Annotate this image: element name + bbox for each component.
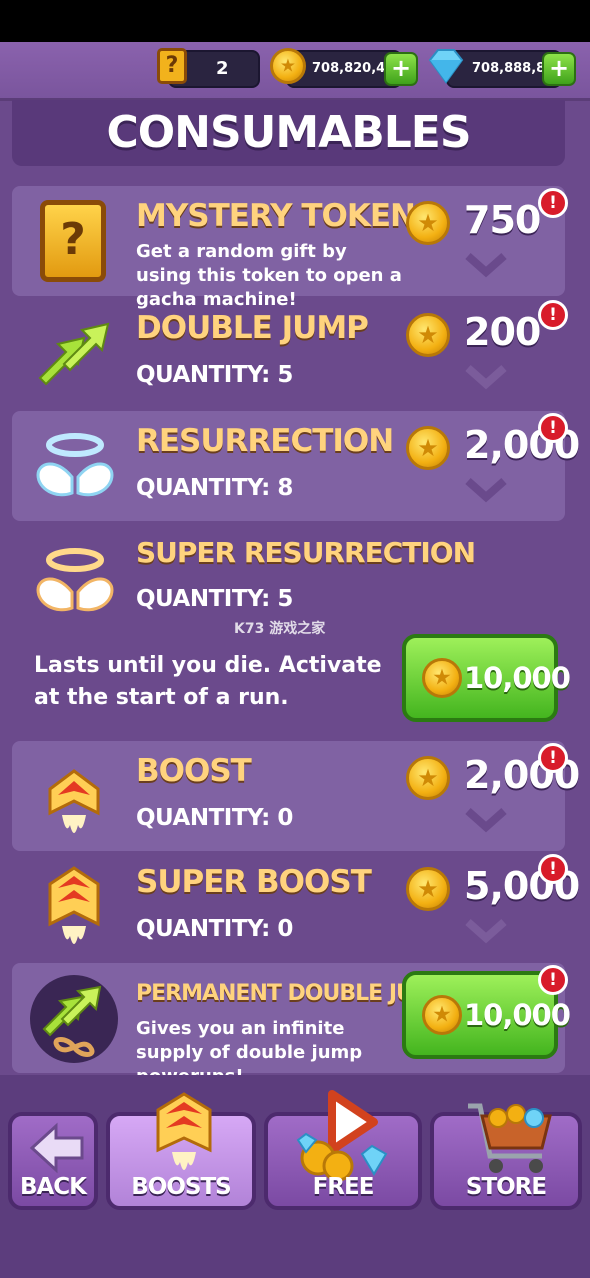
- item-quantity: QUANTITY: 8: [136, 475, 293, 501]
- boost-icon: [48, 769, 100, 833]
- alert-badge: !: [538, 413, 568, 443]
- coin-icon: [406, 426, 450, 470]
- mystery-token-icon: ?: [40, 200, 106, 282]
- buy-button[interactable]: 10,000: [402, 971, 571, 1059]
- back-arrow-icon: [29, 1122, 84, 1174]
- token-count: 2: [216, 58, 229, 79]
- status-bar: [0, 0, 590, 42]
- alert-badge: !: [538, 965, 568, 995]
- infinite-jump-icon: [30, 975, 118, 1063]
- coin-icon: [406, 756, 450, 800]
- item-quantity: QUANTITY: 0: [136, 916, 293, 942]
- buy-button[interactable]: 10,000: [402, 634, 571, 722]
- coin-icon: [270, 48, 306, 84]
- chevron-down-icon[interactable]: [464, 477, 508, 503]
- item-name: DOUBLE JUMP: [136, 310, 369, 346]
- back-label: BACK: [19, 1174, 87, 1200]
- item-resurrection[interactable]: RESURRECTION QUANTITY: 8 2,000 !: [12, 411, 580, 521]
- item-permanent-double-jump[interactable]: PERMANENT DOUBLE JUMP Gives you an infin…: [12, 963, 571, 1087]
- back-button[interactable]: BACK: [8, 1112, 98, 1210]
- item-name: MYSTERY TOKEN: [136, 198, 416, 234]
- free-tab[interactable]: FREE: [264, 1090, 422, 1210]
- item-quantity: QUANTITY: 0: [136, 805, 293, 831]
- chevron-down-icon[interactable]: [464, 918, 508, 944]
- currency-hud: 2 ? 708,820,453 + 708,888,888 +: [0, 42, 590, 101]
- item-price: 750: [464, 198, 541, 242]
- item-super-resurrection[interactable]: SUPER RESURRECTION QUANTITY: 5 Lasts unt…: [12, 522, 571, 734]
- alert-badge: !: [538, 188, 568, 218]
- item-name: SUPER RESURRECTION: [136, 536, 476, 569]
- coin-icon: [406, 313, 450, 357]
- golden-halo-wings-icon: [36, 548, 114, 612]
- item-price: 200: [464, 310, 541, 354]
- mystery-token-icon: ?: [157, 48, 187, 84]
- item-mystery-token[interactable]: ? MYSTERY TOKEN Get a random gift by usi…: [12, 186, 568, 310]
- item-boost[interactable]: BOOST QUANTITY: 0 2,000 !: [12, 741, 580, 851]
- item-name: RESURRECTION: [136, 423, 394, 459]
- watermark: K73 游戏之家: [234, 621, 326, 637]
- gem-icon: [428, 49, 464, 84]
- super-boost-icon: [156, 1092, 212, 1170]
- chevron-down-icon[interactable]: [464, 364, 508, 390]
- chevron-down-icon[interactable]: [464, 807, 508, 833]
- boosts-tab[interactable]: BOOSTS: [106, 1092, 256, 1210]
- item-quantity: QUANTITY: 5: [136, 362, 293, 388]
- free-label: FREE: [312, 1174, 375, 1200]
- chevron-down-icon[interactable]: [464, 252, 508, 278]
- item-name: SUPER BOOST: [136, 864, 372, 900]
- coin-icon: [406, 867, 450, 911]
- boosts-label: BOOSTS: [131, 1174, 231, 1200]
- add-gems-button[interactable]: +: [542, 52, 576, 86]
- store-label: STORE: [465, 1174, 547, 1200]
- double-arrow-icon: [38, 322, 110, 386]
- buy-price: 10,000: [464, 661, 571, 695]
- halo-wings-icon: [36, 433, 114, 497]
- item-quantity: QUANTITY: 5: [136, 586, 293, 612]
- section-title-bar: CONSUMABLES: [12, 100, 565, 166]
- store-tab[interactable]: STORE: [430, 1103, 582, 1210]
- item-double-jump[interactable]: DOUBLE JUMP QUANTITY: 5 200 !: [12, 298, 568, 408]
- item-name: BOOST: [136, 753, 252, 789]
- alert-badge: !: [538, 854, 568, 884]
- coin-icon: [406, 201, 450, 245]
- free-rewards-icon: [296, 1090, 388, 1182]
- alert-badge: !: [538, 743, 568, 773]
- alert-badge: !: [538, 300, 568, 330]
- item-info: Lasts until you die. Activate at the sta…: [34, 653, 382, 710]
- super-boost-icon: [48, 866, 100, 944]
- page-title: CONSUMABLES: [106, 107, 471, 158]
- coin-icon: [422, 995, 462, 1035]
- item-super-boost[interactable]: SUPER BOOST QUANTITY: 0 5,000 !: [12, 852, 580, 962]
- coin-icon: [422, 658, 462, 698]
- shopping-cart-icon: [468, 1103, 552, 1173]
- add-coins-button[interactable]: +: [384, 52, 418, 86]
